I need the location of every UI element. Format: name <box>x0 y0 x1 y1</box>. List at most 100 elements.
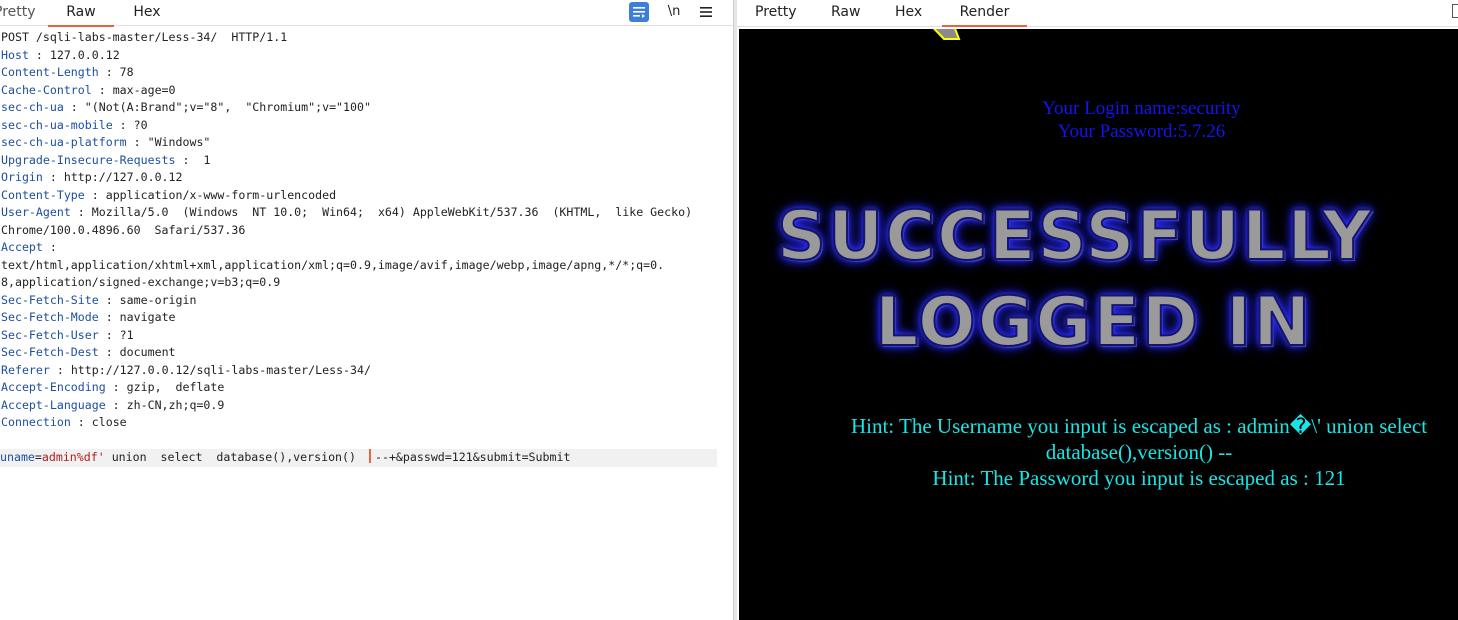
banner-top-fragment <box>932 29 961 40</box>
request-body-line[interactable]: uname=admin%df' union select database(),… <box>0 449 717 467</box>
header-colon: : <box>105 397 120 412</box>
header-key: Host <box>1 47 29 62</box>
hint-username: Hint: The Username you input is escaped … <box>850 414 1428 464</box>
header-colon: : <box>105 380 120 394</box>
scroll-indicator[interactable] <box>1452 4 1458 18</box>
header-line: Host : 127.0.0.12 <box>1 47 120 65</box>
header-key: Origin <box>1 170 43 184</box>
header-line: Upgrade-Insecure-Requests : 1 <box>1 152 210 170</box>
header-colon: : <box>63 100 78 114</box>
header-key: Upgrade-Insecure-Requests <box>1 152 176 167</box>
header-value: 1 <box>189 152 211 167</box>
header-value: ?0 <box>126 117 148 132</box>
header-line: Cache-Control : max-age=0 <box>1 82 176 100</box>
success-banner-line1: SUCCESSFULLY <box>776 196 1374 277</box>
header-line: text/html,application/xhtml+xml,applicat… <box>1 257 664 275</box>
header-value: Chrome/100.0.4896.60 Safari/537.36 <box>1 222 246 237</box>
header-line: Connection : close <box>1 414 127 432</box>
header-value: http://127.0.0.12 <box>56 170 183 184</box>
tab-hex[interactable]: Hex <box>114 0 180 26</box>
header-value: http://127.0.0.12/sqli-labs-master/Less-… <box>63 362 371 377</box>
header-colon: : <box>91 82 106 97</box>
header-key: Cache-Control <box>1 82 92 97</box>
header-value: close <box>84 415 127 429</box>
list-actions-icon-svg <box>633 7 645 18</box>
header-value: same-origin <box>112 292 197 307</box>
hint-password: Hint: The Password you input is escaped … <box>932 466 1346 490</box>
tab-raw[interactable]: Raw <box>831 0 871 26</box>
header-colon: : <box>70 205 85 219</box>
header-colon: : <box>70 415 85 429</box>
header-line: Sec-Fetch-Dest : document <box>1 344 176 362</box>
header-value: "(Not(A:Brand";v="8", "Chromium";v="100" <box>77 100 371 114</box>
header-colon: : <box>112 117 127 132</box>
header-colon: : <box>126 135 141 149</box>
header-key: Accept <box>1 240 43 254</box>
response-pane: Pretty Raw Hex Render Your Login name:se… <box>737 0 1458 620</box>
header-line: 8,application/signed-exchange;v=b3;q=0.9 <box>1 274 280 292</box>
header-value: ?1 <box>112 327 134 342</box>
header-value: zh-CN,zh;q=0.9 <box>119 397 225 412</box>
header-key: Sec-Fetch-User <box>1 327 99 342</box>
password-text: Your Password:5.7.26 <box>1057 121 1226 142</box>
param-value: admin%df' <box>41 450 105 464</box>
hamburger-menu-icon[interactable] <box>696 2 716 22</box>
header-line: Accept-Encoding : gzip, deflate <box>1 379 224 397</box>
request-editor[interactable]: POST /sqli-labs-master/Less-34/ HTTP/1.1… <box>0 29 733 620</box>
header-line: Sec-Fetch-Mode : navigate <box>1 309 176 327</box>
request-pane: Pretty Raw Hex \n POST /sqli-labs-master… <box>0 0 733 620</box>
header-key: Accept-Language <box>1 397 106 412</box>
header-line: Content-Length : 78 <box>1 64 134 82</box>
header-line: sec-ch-ua : "(Not(A:Brand";v="8", "Chrom… <box>1 99 371 117</box>
header-value: max-age=0 <box>105 82 176 97</box>
header-value: text/html,application/xhtml+xml,applicat… <box>1 257 665 272</box>
header-line: Origin : http://127.0.0.12 <box>1 169 183 187</box>
header-value: "Windows" <box>140 135 211 149</box>
equals-sign: = <box>34 450 42 464</box>
header-colon: : <box>42 170 57 184</box>
param-name: uname <box>0 450 35 464</box>
header-key: Connection <box>1 415 71 429</box>
header-value: navigate <box>112 310 176 324</box>
response-tabbar: Pretty Raw Hex Render <box>737 0 1458 27</box>
success-banner-line2: LOGGED IN <box>874 282 1313 363</box>
header-colon: : <box>84 187 99 202</box>
tab-pretty[interactable]: Pretty <box>755 0 815 26</box>
payload-rest: --+&passwd=121&submit=Submit <box>374 450 571 464</box>
rendered-response: Your Login name:security Your Password:5… <box>739 29 1458 620</box>
header-line: sec-ch-ua-platform : "Windows" <box>1 134 210 152</box>
login-name-text: Your Login name:security <box>1042 98 1241 119</box>
tab-raw[interactable]: Raw <box>48 0 114 27</box>
tab-hex[interactable]: Hex <box>895 0 935 26</box>
header-value: 8,application/signed-exchange;v=b3;q=0.9 <box>1 275 281 289</box>
request-line: POST /sqli-labs-master/Less-34/ HTTP/1.1 <box>1 30 288 44</box>
header-colon: : <box>98 345 113 359</box>
header-colon: : <box>42 240 57 254</box>
header-key: Content-Type <box>1 187 85 202</box>
list-actions-icon[interactable] <box>629 2 649 22</box>
header-line: sec-ch-ua-mobile : ?0 <box>1 117 148 135</box>
newline-toggle-button[interactable]: \n <box>663 2 685 22</box>
header-colon: : <box>98 327 113 342</box>
tab-render[interactable]: Render <box>942 0 1027 27</box>
header-colon: : <box>98 65 113 79</box>
header-key: User-Agent <box>1 205 71 219</box>
header-value: 127.0.0.12 <box>42 47 120 62</box>
header-key: Content-Length <box>1 65 99 79</box>
header-colon: : <box>49 362 64 377</box>
header-colon: : <box>28 47 43 62</box>
menu-icon-svg <box>700 7 712 17</box>
header-value: application/x-www-form-urlencoded <box>98 187 337 202</box>
header-key: Accept-Encoding <box>1 380 106 394</box>
text-caret <box>368 449 371 463</box>
request-tabbar: Pretty Raw Hex \n <box>0 0 733 27</box>
header-line: User-Agent : Mozilla/5.0 (Windows NT 10.… <box>1 204 692 222</box>
header-line: Content-Type : application/x-www-form-ur… <box>1 187 336 205</box>
tab-pretty[interactable]: Pretty <box>0 0 46 26</box>
header-value: 78 <box>112 65 134 79</box>
header-line: Accept : <box>1 239 57 257</box>
header-key: sec-ch-ua-platform <box>1 135 127 149</box>
header-colon: : <box>98 292 113 307</box>
header-key: Referer <box>1 362 50 377</box>
header-line: Sec-Fetch-User : ?1 <box>1 327 134 345</box>
